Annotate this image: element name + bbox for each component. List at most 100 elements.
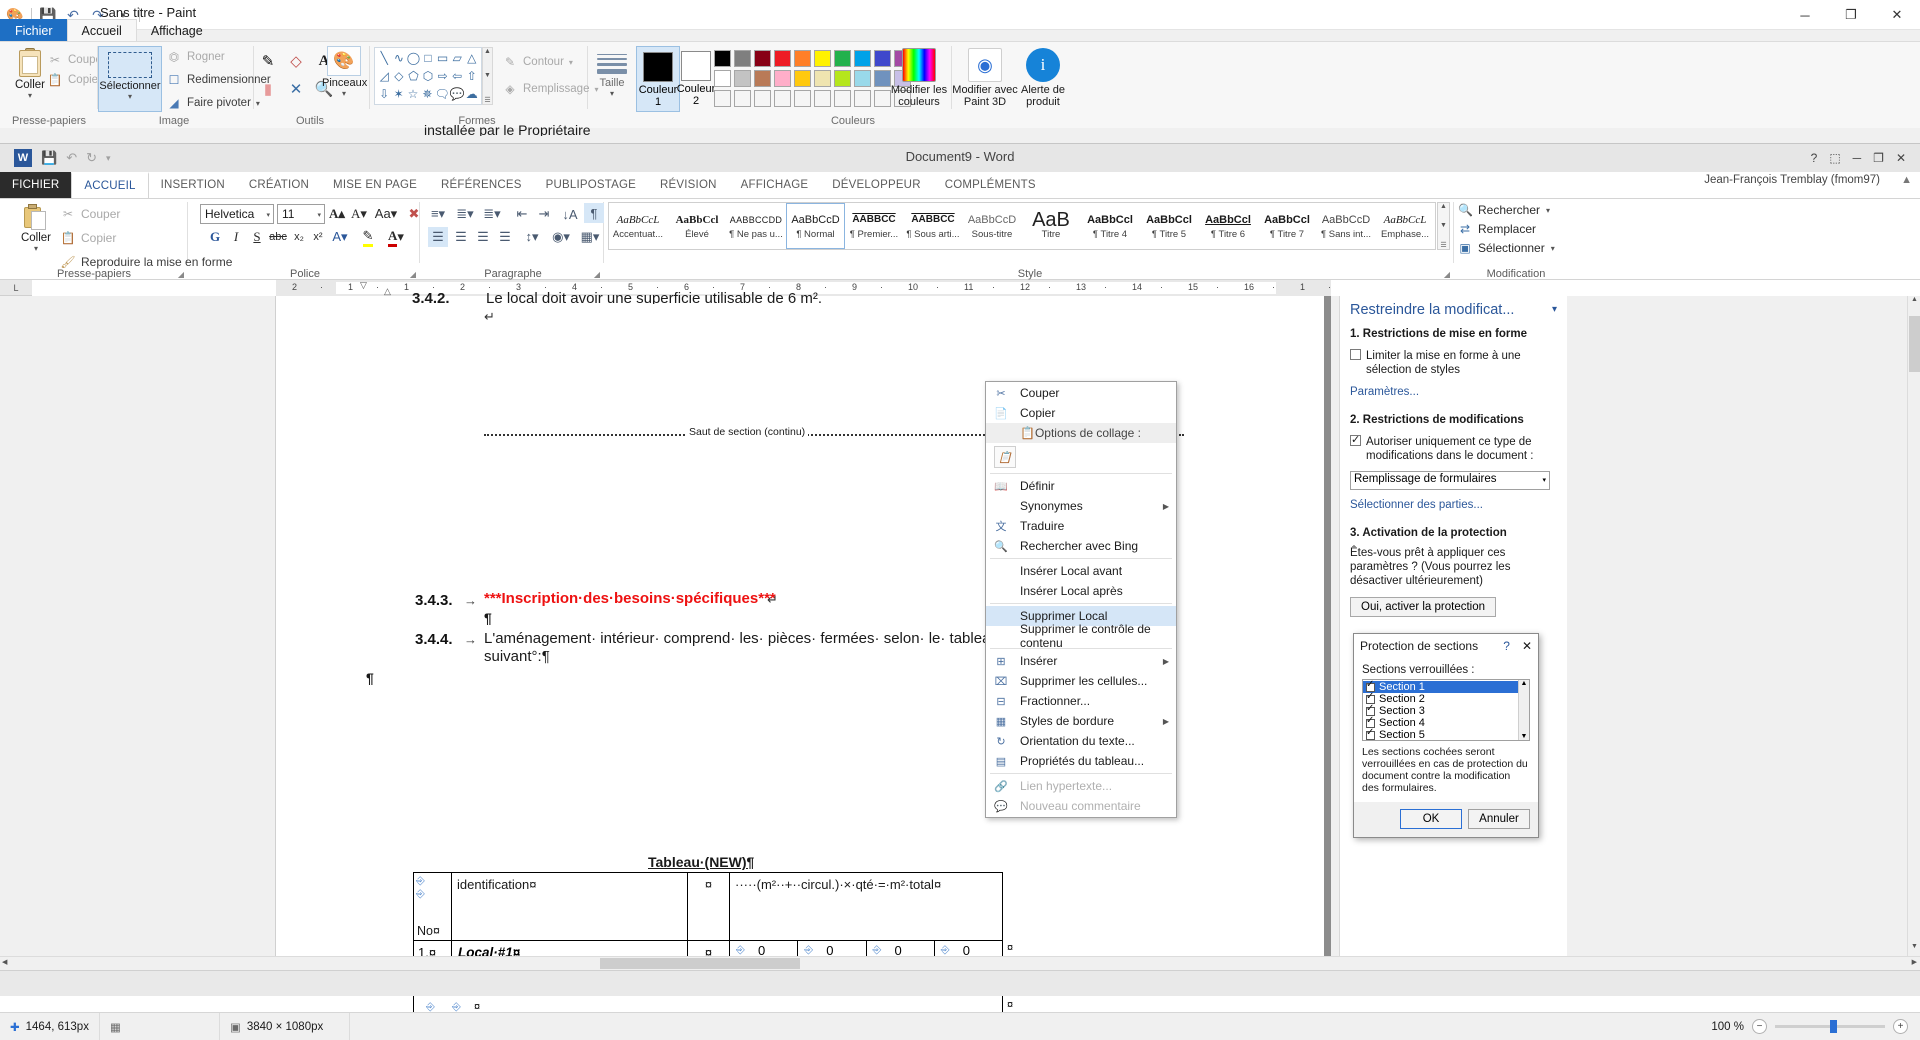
table-cell-identification[interactable]: identification¤ [452,873,688,941]
table-cell-marker[interactable]: ¤ [688,873,730,941]
shape-callout-oval-icon[interactable]: 💬 [450,86,465,103]
strikethrough-button[interactable]: abc [268,227,288,247]
color-swatch-r1-c1[interactable] [714,50,731,67]
color-swatch-r3-c1[interactable] [714,90,731,107]
scroll-down-icon[interactable]: ▼ [484,72,491,79]
close-button[interactable]: ✕ [1874,0,1920,30]
allow-editing-checkbox-row[interactable]: Autoriser uniquement ce type de modifica… [1350,433,1560,463]
context-menu[interactable]: ✂ Couper 📄 Copier 📋 Options de collage : 📋 📖 Déf… [985,381,1177,818]
section-list-item-2[interactable]: Section 2 [1363,691,1529,705]
style-tile-3[interactable]: AaBbCcD ¶ Normal [786,203,845,249]
document-horizontal-scrollbar[interactable]: ◀ ▶ [0,956,1920,970]
font-dialog-launcher[interactable]: ◢ [410,270,416,279]
shape-six-point-star-icon[interactable]: ✵ [420,86,434,103]
color-swatch-r2-c5[interactable] [794,70,811,87]
scroll-more-icon[interactable]: ☰ [484,96,490,104]
style-tile-13[interactable]: AaBbCcL Emphase... [1376,203,1435,249]
section-list-item-3[interactable]: Section 3 [1363,703,1529,717]
locked-sections-list[interactable]: Section 1Section 2Section 3Section 4Sect… [1362,679,1530,741]
scroll-up-icon[interactable]: ▲ [484,48,491,55]
paint-select-tool[interactable]: Sélectionner ▾ [98,46,162,112]
context-menu-paste-options[interactable]: 📋 [986,443,1176,471]
chevron-down-icon[interactable]: ▾ [592,89,632,98]
italic-button[interactable]: I [226,227,246,247]
context-menu-item-traduire[interactable]: 文 Traduire [986,516,1176,536]
shape-up-arrow-icon[interactable]: ⇧ [464,68,479,85]
paint-product-alert-button[interactable]: i Alerte de produit [1012,46,1074,108]
align-center-button[interactable]: ☰ [451,227,471,247]
scroll-down-icon[interactable]: ▼ [1909,943,1920,956]
style-tile-11[interactable]: AaBbCcl ¶ Titre 7 [1258,203,1317,249]
style-tile-2[interactable]: AABBCCDD ¶ Ne pas u... [727,203,786,249]
color-swatch-r2-c7[interactable] [834,70,851,87]
color-swatch-r3-c7[interactable] [834,90,851,107]
show-formatting-marks-button[interactable]: ¶ [584,203,604,223]
scroll-down-icon[interactable]: ▼ [1521,733,1528,740]
word-paste-button[interactable]: Coller ▾ [16,202,56,253]
activate-protection-button[interactable]: Oui, activer la protection [1350,597,1497,617]
style-tile-6[interactable]: AaBbCcD Sous-titre [963,203,1022,249]
word-tab-compl-ments[interactable]: COMPLÉMENTS [933,172,1048,198]
replace-button[interactable]: ⇄ Remplacer [1458,222,1555,236]
underline-button[interactable]: S [247,227,267,247]
paint-tab-bar[interactable]: Fichier Accueil Affichage [0,19,217,41]
numbering-button[interactable]: ≣▾ [455,204,475,224]
vertical-scroll-thumb[interactable] [1909,316,1920,372]
dialog-cancel-button[interactable]: Annuler [1468,809,1530,829]
paint-tab-affichage[interactable]: Affichage [136,19,218,41]
shape-rectangle-icon[interactable]: □ [421,50,436,67]
style-gallery[interactable]: AaBbCcL Accentuat... AaBbCcl Élevé AABBCCDD ¶… [608,202,1436,250]
fill-bucket-icon[interactable]: ◇ [283,48,309,74]
first-line-indent-marker[interactable]: ▽ [360,280,367,291]
style-tile-10[interactable]: AaBbCcl ¶ Titre 6 [1199,203,1258,249]
shape-curve-icon[interactable]: ∿ [392,50,407,67]
color-swatch-r1-c2[interactable] [734,50,751,67]
color-swatch-r1-c4[interactable] [774,50,791,67]
shape-callout-cloud-icon[interactable]: ☁ [465,86,479,103]
style-gallery-scrollbar[interactable]: ▲ ▼ ☰ [1437,202,1450,250]
word-account-name[interactable]: Jean-François Tremblay (fmom97) [1704,174,1880,186]
justify-button[interactable]: ☰ [495,227,515,247]
word-tab-bar[interactable]: FICHIER ACCUEIL INSERTION CRÉATION MISE EN P… [0,172,1048,198]
scroll-right-icon[interactable]: ▶ [1912,958,1917,966]
zoom-slider-knob[interactable] [1830,1020,1837,1033]
bullets-button[interactable]: ≡▾ [428,204,448,224]
pencil-icon[interactable]: ✎ [255,48,281,74]
paint-shapes-gallery[interactable]: ╲ ∿ ◯ □ ▭ ▱ △ ◿ ◇ ⬠ ⬡ ⇨ ⇦ ⇧ ⇩ ✶ ☆ ✵ 🗨 💬 … [374,47,482,105]
color-swatch-r1-c3[interactable] [754,50,771,67]
minimize-button[interactable]: ─ [1782,0,1828,30]
grow-font-button[interactable]: A▴ [327,204,347,224]
context-menu-item-couper[interactable]: ✂ Couper [986,383,1176,403]
color-swatch-r3-c2[interactable] [734,90,751,107]
shape-four-point-star-icon[interactable]: ✶ [391,86,405,103]
color-swatch-r3-c4[interactable] [774,90,791,107]
editing-restriction-select[interactable]: Remplissage de formulaires ▾ [1350,471,1550,490]
limit-formatting-checkbox[interactable] [1350,349,1361,360]
select-button[interactable]: ▣ Sélectionner ▾ [1458,241,1554,255]
paragraph-dialog-launcher[interactable]: ◢ [594,270,600,279]
scroll-left-icon[interactable]: ◀ [2,958,7,966]
text-effects-button[interactable]: A▾ [330,227,350,247]
paint-size-button[interactable]: Taille ▾ [592,50,632,98]
maximize-button[interactable]: ❐ [1828,0,1874,30]
chevron-down-icon[interactable]: ▾ [1546,206,1550,215]
highlight-color-button[interactable]: ✎ [358,227,378,247]
sort-button[interactable]: ↓A [560,204,580,224]
help-icon[interactable]: ? [1811,151,1818,165]
word-tab-r-f-rences[interactable]: RÉFÉRENCES [429,172,534,198]
select-parts-link[interactable]: Sélectionner des parties... [1350,499,1560,511]
color-swatch-r1-c7[interactable] [834,50,851,67]
change-case-button[interactable]: Aa▾ [372,204,400,224]
section-list-item-5[interactable]: Section 5 [1363,727,1529,740]
increase-indent-button[interactable]: ⇥ [534,204,554,224]
color-swatch-r3-c6[interactable] [814,90,831,107]
zoom-out-button[interactable]: − [1752,1019,1767,1034]
color-swatch-r2-c3[interactable] [754,70,771,87]
scroll-down-icon[interactable]: ▼ [1440,222,1447,229]
shape-down-arrow-icon[interactable]: ⇩ [377,86,391,103]
style-tile-5[interactable]: AABBCC ¶ Sous arti... [904,203,963,249]
close-button[interactable]: ✕ [1896,151,1906,165]
color-swatch-r1-c5[interactable] [794,50,811,67]
font-name-combobox[interactable]: Helvetica ▾ [200,204,274,224]
color-swatch-r2-c1[interactable] [714,70,731,87]
